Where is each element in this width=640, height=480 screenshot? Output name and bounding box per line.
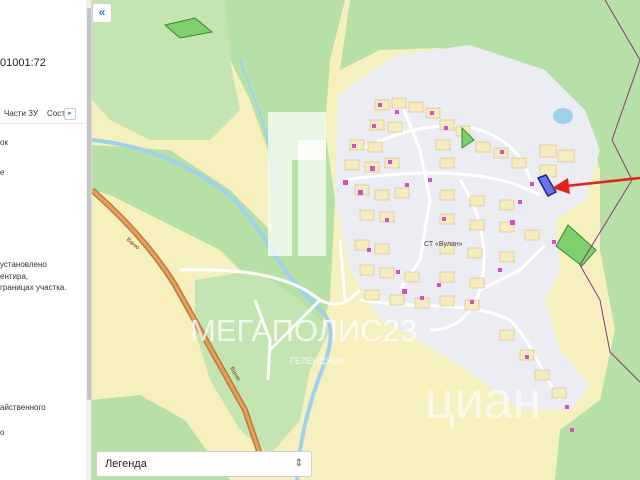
info-text-line: ок (0, 138, 8, 147)
double-chevron-left-icon[interactable]: « (92, 3, 112, 23)
info-text-line: е (0, 168, 5, 177)
chevron-right-icon[interactable]: ▸ (64, 108, 76, 120)
chevron-up-down-icon: ⇕ (294, 458, 303, 469)
object-info-panel: 01001:72 Части ЗУ Соста ▸ ок е установле… (0, 0, 92, 480)
scrollbar-thumb[interactable] (87, 8, 91, 400)
panel-scrollbar[interactable] (86, 0, 91, 480)
info-text-line: ентира, (0, 272, 29, 281)
watermark-brand: циан (425, 372, 541, 430)
map-canvas[interactable]: МЕГАПОЛИС23 ГЕЛЕНДЖИК циан СТ «Вулан» Ва… (0, 0, 640, 480)
tab-parts[interactable]: Части ЗУ (4, 109, 38, 118)
info-text-line: границах участка. (0, 283, 67, 292)
forest-northwest (92, 0, 240, 140)
watermark-title: МЕГАПОЛИС23 (190, 313, 417, 348)
info-text-line: установлено (0, 260, 47, 269)
legend-select[interactable]: Легенда ⇕ (96, 451, 312, 477)
info-text-line: о (0, 428, 5, 437)
cadastral-map[interactable]: МЕГАПОЛИС23 ГЕЛЕНДЖИК циан СТ «Вулан» Ва… (0, 0, 640, 480)
cadastral-number: 01001:72 (0, 57, 46, 69)
info-text-line: айственного (0, 403, 46, 412)
panel-tabs: Части ЗУ Соста ▸ (0, 104, 86, 124)
settlement-label: СТ «Вулан» (424, 241, 463, 248)
pond (553, 108, 573, 124)
legend-label: Легенда (105, 458, 147, 470)
watermark-subtitle: ГЕЛЕНДЖИК (290, 356, 346, 366)
